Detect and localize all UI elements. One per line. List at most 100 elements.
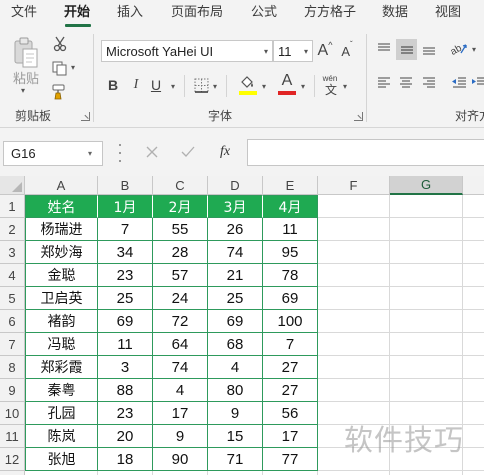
name-cell[interactable]: 冯聪 [25, 333, 98, 356]
value-cell[interactable]: 18 [98, 448, 153, 471]
cell-overflow[interactable] [463, 218, 484, 241]
value-cell[interactable]: 4 [153, 379, 208, 402]
value-cell[interactable]: 90 [153, 448, 208, 471]
tab-home[interactable]: 开始 [64, 5, 90, 21]
cell-overflow[interactable] [463, 264, 484, 287]
value-cell[interactable]: 74 [208, 241, 263, 264]
name-cell[interactable]: 孔园 [25, 402, 98, 425]
table-header-cell[interactable]: 姓名 [25, 195, 98, 218]
value-cell[interactable]: 100 [263, 310, 318, 333]
value-cell[interactable]: 15 [208, 425, 263, 448]
value-cell[interactable]: 25 [98, 287, 153, 310]
font-launcher-icon[interactable] [354, 112, 363, 121]
value-cell[interactable]: 24 [153, 287, 208, 310]
decrease-indent-icon[interactable] [449, 73, 469, 93]
font-size-select[interactable]: 11 ▾ [273, 40, 313, 62]
column-header-e[interactable]: E [263, 176, 318, 195]
value-cell[interactable]: 56 [263, 402, 318, 425]
align-right-icon[interactable] [419, 73, 439, 93]
row-header-13[interactable]: 13 [0, 471, 25, 475]
cell-f5[interactable] [318, 287, 390, 310]
cell-overflow[interactable] [463, 379, 484, 402]
select-all-button[interactable] [0, 176, 25, 195]
value-cell[interactable]: 23 [98, 264, 153, 287]
table-header-cell[interactable]: 3月 [208, 195, 263, 218]
cell-f9[interactable] [318, 379, 390, 402]
clipboard-launcher-icon[interactable] [81, 112, 90, 121]
italic-button[interactable]: I [128, 75, 144, 95]
row-header-12[interactable]: 12 [0, 448, 25, 471]
name-cell[interactable]: 陈岚 [25, 425, 98, 448]
value-cell[interactable]: 25 [208, 287, 263, 310]
value-cell[interactable]: 57 [153, 264, 208, 287]
row-header-8[interactable]: 8 [0, 356, 25, 379]
column-header-a[interactable]: A [25, 176, 98, 195]
cell-overflow[interactable] [463, 310, 484, 333]
value-cell[interactable]: 64 [153, 333, 208, 356]
column-header-c[interactable]: C [153, 176, 208, 195]
paste-dropdown-icon[interactable]: ▾ [21, 86, 25, 95]
value-cell[interactable]: 78 [263, 264, 318, 287]
drag-handle-icon[interactable] [119, 144, 122, 162]
tab-view[interactable]: 视图 [435, 5, 461, 21]
column-header-g[interactable]: G [390, 176, 463, 195]
cell-g3[interactable] [390, 241, 463, 264]
cell-f8[interactable] [318, 356, 390, 379]
value-cell[interactable]: 71 [208, 448, 263, 471]
row-header-7[interactable]: 7 [0, 333, 25, 356]
row-header-11[interactable]: 11 [0, 425, 25, 448]
row-header-3[interactable]: 3 [0, 241, 25, 264]
value-cell[interactable]: 9 [153, 425, 208, 448]
column-header-f[interactable]: F [318, 176, 390, 195]
value-cell[interactable]: 68 [208, 333, 263, 356]
font-color-dropdown-icon[interactable]: ▾ [301, 82, 305, 91]
value-cell[interactable]: 28 [153, 241, 208, 264]
value-cell[interactable]: 80 [208, 379, 263, 402]
name-cell[interactable]: 秦粤 [25, 379, 98, 402]
phonetic-dropdown-icon[interactable]: ▾ [343, 82, 347, 91]
value-cell[interactable]: 17 [153, 402, 208, 425]
value-cell[interactable]: 27 [263, 379, 318, 402]
underline-button[interactable]: U [148, 75, 164, 95]
font-color-button[interactable]: A [279, 71, 295, 91]
value-cell[interactable]: 20 [98, 425, 153, 448]
cell-e13[interactable] [263, 471, 318, 475]
borders-dropdown-icon[interactable]: ▾ [213, 82, 217, 91]
row-header-6[interactable]: 6 [0, 310, 25, 333]
value-cell[interactable]: 11 [263, 218, 318, 241]
increase-indent-icon[interactable] [471, 73, 484, 93]
value-cell[interactable]: 7 [263, 333, 318, 356]
bold-button[interactable]: B [105, 75, 121, 95]
name-cell[interactable]: 郑妙海 [25, 241, 98, 264]
cell-d13[interactable] [208, 471, 263, 475]
tab-formulas[interactable]: 公式 [251, 5, 277, 21]
cell-g8[interactable] [390, 356, 463, 379]
value-cell[interactable]: 9 [208, 402, 263, 425]
cell-g6[interactable] [390, 310, 463, 333]
cell-overflow[interactable] [463, 241, 484, 264]
value-cell[interactable]: 69 [263, 287, 318, 310]
cell-f7[interactable] [318, 333, 390, 356]
underline-dropdown-icon[interactable]: ▾ [171, 82, 175, 91]
insert-function-button[interactable]: fx [215, 142, 235, 162]
cell-overflow[interactable] [463, 425, 484, 448]
cell-overflow[interactable] [463, 287, 484, 310]
cell-f4[interactable] [318, 264, 390, 287]
formula-input[interactable] [247, 139, 484, 166]
value-cell[interactable]: 55 [153, 218, 208, 241]
table-header-cell[interactable]: 1月 [98, 195, 153, 218]
borders-icon[interactable] [192, 76, 210, 94]
cell-g9[interactable] [390, 379, 463, 402]
cell-g5[interactable] [390, 287, 463, 310]
cell-b13[interactable] [98, 471, 153, 475]
value-cell[interactable]: 72 [153, 310, 208, 333]
align-top-icon[interactable] [374, 39, 394, 59]
cell-overflow[interactable] [463, 402, 484, 425]
value-cell[interactable]: 88 [98, 379, 153, 402]
value-cell[interactable]: 26 [208, 218, 263, 241]
column-header-d[interactable]: D [208, 176, 263, 195]
name-cell[interactable]: 卫启英 [25, 287, 98, 310]
fill-color-dropdown-icon[interactable]: ▾ [262, 82, 266, 91]
tab-data[interactable]: 数据 [382, 5, 408, 21]
copy-icon[interactable] [50, 59, 68, 77]
